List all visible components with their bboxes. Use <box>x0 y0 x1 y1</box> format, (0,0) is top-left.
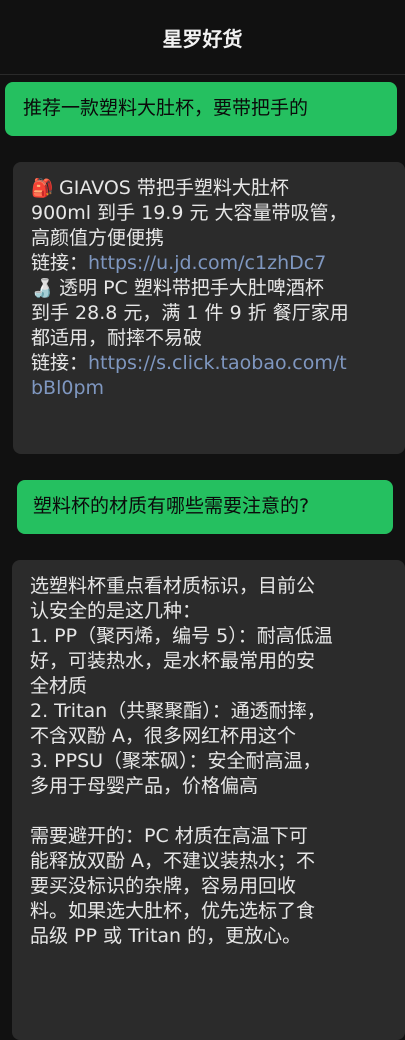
answer-line: 能释放双酚 A，不建议装热水；不 <box>30 850 316 872</box>
cup-icon: 🍶 <box>31 278 54 299</box>
answer-line: 多用于母婴产品，价格偏高 <box>30 775 259 797</box>
product-2-line-2: 到手 28.8 元，满 1 件 9 折 餐厅家用 <box>31 302 349 324</box>
user-message-1[interactable]: 推荐一款塑料大肚杯，要带把手的 <box>5 82 397 136</box>
answer-line: 选塑料杯重点看材质标识，目前公 <box>30 575 316 597</box>
product-1-link-label: 链接： <box>31 252 89 274</box>
chat-title: 星罗好货 <box>162 26 243 51</box>
answer-line: 全材质 <box>30 675 88 697</box>
product-2-title: 透明 PC 塑料带把手大肚啤酒杯 <box>59 277 324 299</box>
product-2-link-label: 链接： <box>31 352 89 374</box>
answer-line: 不含双酚 A，很多网红杯用这个 <box>30 725 297 747</box>
product-2-link[interactable]: https://s.click.taobao.com/t <box>88 352 347 374</box>
bot-message-2[interactable]: 选塑料杯重点看材质标识，目前公 认安全的是这几种： 1. PP（聚丙烯，编号 5… <box>12 560 405 1040</box>
answer-line: 好，可装热水，是水杯最常用的安 <box>30 650 316 672</box>
chat-header: 星罗好货 <box>0 0 405 74</box>
answer-line: 要买没标识的杂牌，容易用回收 <box>30 875 297 897</box>
answer-line: 需要避开的：PC 材质在高温下可 <box>30 825 308 847</box>
answer-line: 1. PP（聚丙烯，编号 5）：耐高低温 <box>30 625 333 647</box>
bot-message-1[interactable]: 🎒 GIAVOS 带把手塑料大肚杯 900ml 到手 19.9 元 大容量带吸管… <box>13 162 405 454</box>
product-2-line-3: 都适用，耐摔不易破 <box>31 327 203 349</box>
product-1-line-1: 🎒 GIAVOS 带把手塑料大肚杯 <box>31 176 405 201</box>
header-divider <box>0 74 405 75</box>
product-1-line-3: 高颜值方便便携 <box>31 227 165 249</box>
user-message-1-text: 推荐一款塑料大肚杯，要带把手的 <box>23 97 309 119</box>
answer-line: 2. Tritan（共聚聚酯）：通透耐摔， <box>30 700 326 722</box>
product-2-line-1: 🍶 透明 PC 塑料带把手大肚啤酒杯 <box>31 276 405 301</box>
backpack-icon: 🎒 <box>31 178 54 199</box>
user-message-2[interactable]: 塑料杯的材质有哪些需要注意的? <box>17 480 393 534</box>
product-1-line-2: 900ml 到手 19.9 元 大容量带吸管， <box>31 202 348 224</box>
product-1-title: GIAVOS 带把手塑料大肚杯 <box>59 177 289 199</box>
product-1-link[interactable]: https://u.jd.com/c1zhDc7 <box>88 252 326 274</box>
answer-line: 品级 PP 或 Tritan 的，更放心。 <box>30 925 302 947</box>
user-message-2-text: 塑料杯的材质有哪些需要注意的? <box>33 495 310 517</box>
answer-line: 3. PPSU（聚苯砜）：安全耐高温， <box>30 750 322 772</box>
product-2-link-row: 链接：https://s.click.taobao.com/t <box>31 351 405 376</box>
answer-line: 认安全的是这几种： <box>30 600 202 622</box>
product-2-link-cont[interactable]: bBl0pm <box>31 376 405 401</box>
answer-line: 料。如果选大肚杯，优先选标了食 <box>30 900 316 922</box>
product-1-link-row: 链接：https://u.jd.com/c1zhDc7 <box>31 251 405 276</box>
